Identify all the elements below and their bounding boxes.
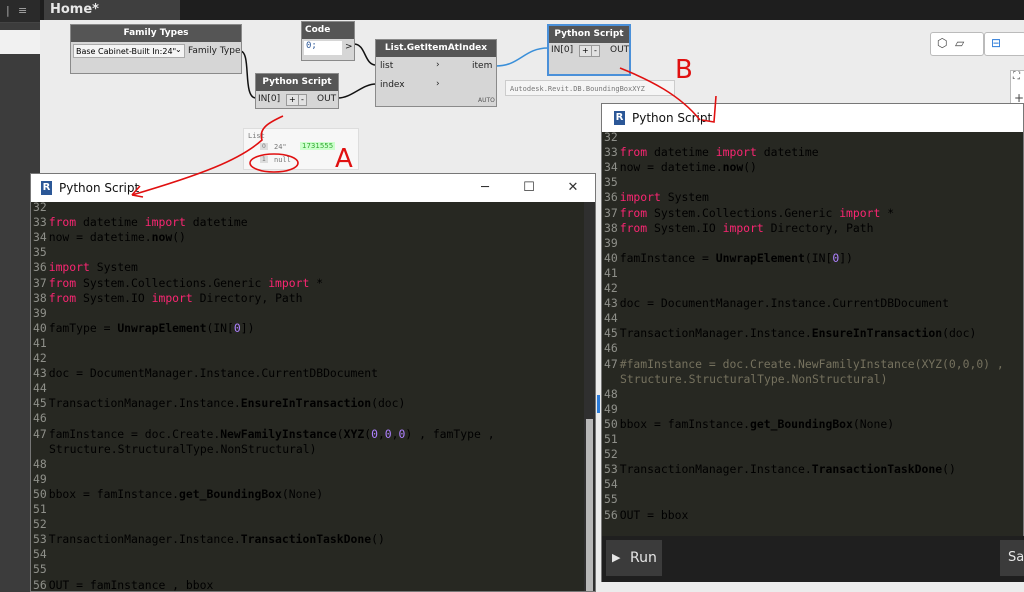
annotation-label-a: A <box>335 144 353 174</box>
annotation-circle <box>249 153 299 173</box>
annotation-arrowhead-b <box>701 95 717 123</box>
annotation-label-b: B <box>675 55 693 85</box>
annotation-layer: A B <box>131 55 717 198</box>
